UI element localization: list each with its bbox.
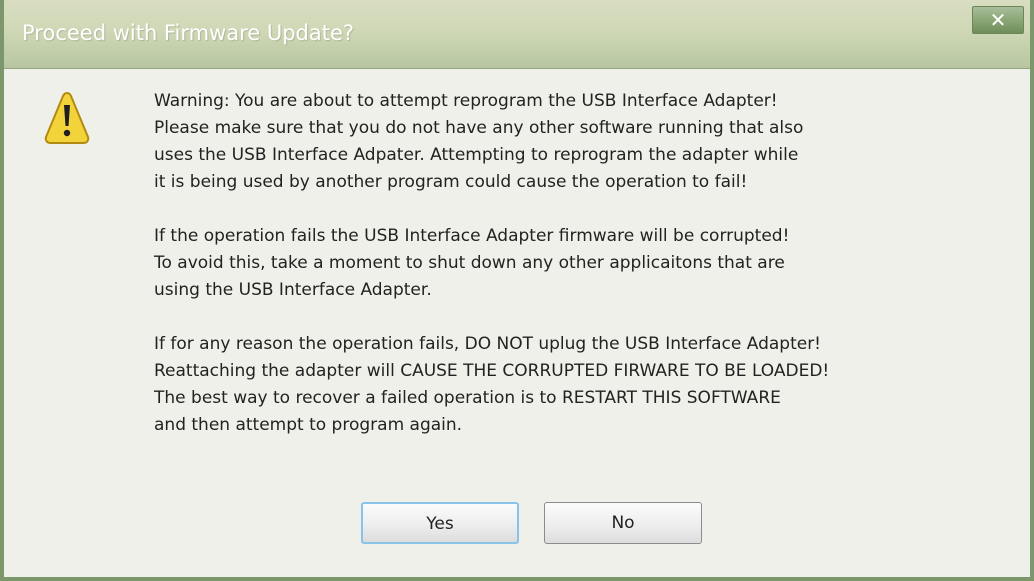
yes-button[interactable]: Yes xyxy=(361,502,519,544)
title-bar[interactable]: Proceed with Firmware Update? ✕ xyxy=(4,0,1030,69)
message-paragraph-2: If the operation fails the USB Interface… xyxy=(154,223,1034,304)
message-line: it is being used by another program coul… xyxy=(154,172,748,192)
message-line: Warning: You are about to attempt reprog… xyxy=(154,91,778,111)
dialog-title: Proceed with Firmware Update? xyxy=(22,21,355,45)
warning-icon xyxy=(44,91,90,144)
dialog-window: Proceed with Firmware Update? ✕ Warning:… xyxy=(0,0,1034,581)
message-paragraph-1: Warning: You are about to attempt reprog… xyxy=(154,88,1034,196)
message-line: uses the USB Interface Adpater. Attempti… xyxy=(154,145,799,165)
message-paragraph-3: If for any reason the operation fails, D… xyxy=(154,331,1034,439)
close-button[interactable]: ✕ xyxy=(972,6,1024,34)
message-line: If for any reason the operation fails, D… xyxy=(154,334,822,354)
message-line: If the operation fails the USB Interface… xyxy=(154,226,790,246)
warning-exclamation-dot xyxy=(63,129,71,137)
message-line: using the USB Interface Adapter. xyxy=(154,280,432,300)
message-line: The best way to recover a failed operati… xyxy=(154,388,781,408)
message-line: Reattaching the adapter will CAUSE THE C… xyxy=(154,361,830,381)
message-line: To avoid this, take a moment to shut dow… xyxy=(154,253,785,273)
message-line: and then attempt to program again. xyxy=(154,415,463,435)
message-line: Please make sure that you do not have an… xyxy=(154,118,804,138)
message-text: Warning: You are about to attempt reprog… xyxy=(154,88,1034,466)
no-button[interactable]: No xyxy=(544,502,702,544)
close-icon: ✕ xyxy=(989,8,1007,32)
